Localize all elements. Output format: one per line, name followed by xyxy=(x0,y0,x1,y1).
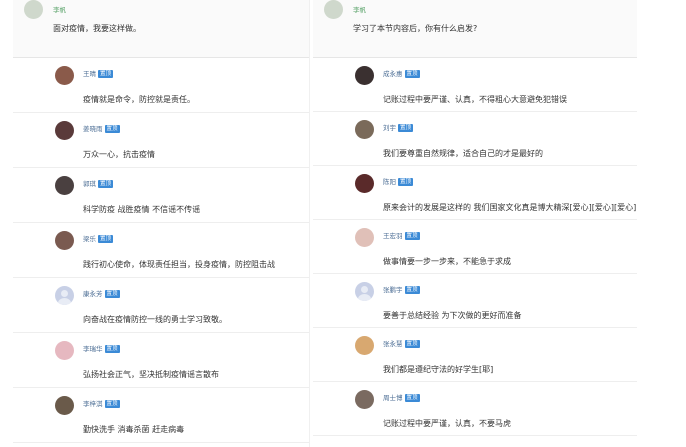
reply-text: 科学防疫 战胜疫情 不信谣不传谣 xyxy=(83,205,201,214)
pinned-badge: 置顶 xyxy=(98,180,114,188)
author-name[interactable]: 李帆 xyxy=(353,4,366,14)
reply-author-name[interactable]: 周士博 置顶 xyxy=(383,392,420,402)
reply-item: 王晴 置顶疫情就是命令，防控就是责任。 xyxy=(13,58,309,113)
reply-author-label[interactable]: 姜晓雨 xyxy=(83,125,103,133)
topic-post: 李帆面对疫情，我要这样做。 xyxy=(13,0,309,58)
user-avatar[interactable] xyxy=(55,396,74,415)
reply-text: 践行初心使命，体现责任担当，投身疫情，防控阻击战 xyxy=(83,260,275,269)
reply-text: 记账过程中要严谨、认真，不得粗心大意避免犯错误 xyxy=(383,95,567,104)
pinned-badge: 置顶 xyxy=(104,290,120,298)
reply-item: 周士博 置顶记账过程中要严谨，认真，不要马虎 xyxy=(313,382,637,436)
reply-author-label[interactable]: 周士博 xyxy=(383,394,403,402)
reply-text: 勤快洗手 消毒杀菌 赶走病毒 xyxy=(83,425,185,434)
reply-author-name[interactable]: 张鹏宇 置顶 xyxy=(383,284,420,294)
reply-item: 张永慧 置顶我们都是遵纪守法的好学生[耶] xyxy=(313,328,637,382)
left-discussion-thread: 李帆 面对疫情，我要这样做。 王晴 置顶 疫情就是命令，防控就是责任。 姜晓雨 置顶 万众一心… xyxy=(13,0,309,443)
reply-item: 姜晓雨 置顶万众一心，抗击疫情 xyxy=(13,113,309,168)
reply-text: 我们要尊重自然规律，适合自己的才是最好的 xyxy=(383,149,543,158)
reply-item: 陈阳 置顶原来会计的发展是这样的 我们国家文化真是博大精深[爱心][爱心][爱心] xyxy=(313,166,637,220)
user-avatar[interactable] xyxy=(55,176,74,195)
pinned-badge: 置顶 xyxy=(404,340,420,348)
user-avatar[interactable] xyxy=(355,390,374,409)
pinned-badge: 置顶 xyxy=(398,178,414,186)
user-avatar[interactable] xyxy=(55,121,74,140)
reply-text: 记账过程中要严谨，认真，不要马虎 xyxy=(383,419,511,428)
reply-item: 康永芳 置顶向奋战在疫情防控一线的勇士学习致敬。 xyxy=(13,278,309,333)
reply-author-name[interactable]: 陈阳 置顶 xyxy=(383,176,414,186)
reply-text: 原来会计的发展是这样的 我们国家文化真是博大精深[爱心][爱心][爱心] xyxy=(383,203,637,212)
reply-text: 疫情就是命令，防控就是责任。 xyxy=(83,95,195,104)
reply-author-name[interactable]: 王晴 置顶 xyxy=(83,68,114,78)
user-avatar[interactable] xyxy=(355,336,374,355)
reply-author-name[interactable]: 成永惠 置顶 xyxy=(383,68,420,78)
reply-author-name[interactable]: 李梓淇 置顶 xyxy=(83,398,120,408)
user-avatar[interactable] xyxy=(55,286,74,305)
user-avatar[interactable] xyxy=(55,66,74,85)
reply-author-name[interactable]: 王宏羽 置顶 xyxy=(383,230,420,240)
reply-author-label[interactable]: 康永芳 xyxy=(83,290,103,298)
user-avatar[interactable] xyxy=(355,174,374,193)
reply-author-name[interactable]: 康永芳 置顶 xyxy=(83,288,120,298)
topic-text: 面对疫情，我要这样做。 xyxy=(53,24,141,33)
reply-text: 做事情要一步一步来，不能急于求成 xyxy=(383,257,511,266)
reply-author-label[interactable]: 刘宇 xyxy=(383,124,396,132)
reply-author-name[interactable]: 梁乐 置顶 xyxy=(83,233,114,243)
reply-author-label[interactable]: 李梓淇 xyxy=(83,400,103,408)
user-avatar[interactable] xyxy=(55,341,74,360)
reply-text: 弘扬社会正气，坚决抵制疫情谣言散布 xyxy=(83,370,219,379)
reply-author-label[interactable]: 王晴 xyxy=(83,70,96,78)
reply-author-label[interactable]: 成永惠 xyxy=(383,70,403,78)
reply-item: 李瑞华 置顶弘扬社会正气，坚决抵制疫情谣言散布 xyxy=(13,333,309,388)
reply-author-label[interactable]: 郭琪 xyxy=(83,180,96,188)
reply-author-name[interactable]: 刘宇 置顶 xyxy=(383,122,414,132)
reply-author-label[interactable]: 李瑞华 xyxy=(83,345,103,353)
reply-author-name[interactable]: 李瑞华 置顶 xyxy=(83,343,120,353)
pinned-badge: 置顶 xyxy=(398,124,414,132)
pinned-badge: 置顶 xyxy=(104,125,120,133)
pinned-badge: 置顶 xyxy=(404,286,420,294)
reply-item: 成永惠 置顶记账过程中要严谨、认真，不得粗心大意避免犯错误 xyxy=(313,58,637,112)
right-discussion-thread: 李帆 学习了本节内容后，你有什么启发? 成永惠 置顶 记账过程中要严谨、认真，不得粗心大… xyxy=(313,0,637,436)
reply-text: 万众一心，抗击疫情 xyxy=(83,150,155,159)
reply-item: 王宏羽 置顶做事情要一步一步来，不能急于求成 xyxy=(313,220,637,274)
pinned-badge: 置顶 xyxy=(404,394,420,402)
reply-text: 我们都是遵纪守法的好学生[耶] xyxy=(383,365,494,374)
user-avatar[interactable] xyxy=(55,231,74,250)
reply-item: 刘宇 置顶我们要尊重自然规律，适合自己的才是最好的 xyxy=(313,112,637,166)
pinned-badge: 置顶 xyxy=(104,345,120,353)
reply-author-name[interactable]: 张永慧 置顶 xyxy=(383,338,420,348)
reply-item: 李梓淇 置顶勤快洗手 消毒杀菌 赶走病毒 xyxy=(13,388,309,443)
user-avatar[interactable] xyxy=(324,0,343,19)
reply-author-label[interactable]: 张永慧 xyxy=(383,340,403,348)
user-avatar[interactable] xyxy=(355,66,374,85)
author-name[interactable]: 李帆 xyxy=(53,4,66,14)
topic-text: 学习了本节内容后，你有什么启发? xyxy=(353,24,478,33)
pinned-badge: 置顶 xyxy=(404,232,420,240)
reply-text: 向奋战在疫情防控一线的勇士学习致敬。 xyxy=(83,315,227,324)
topic-post: 李帆学习了本节内容后，你有什么启发? xyxy=(313,0,637,58)
reply-item: 郭琪 置顶科学防疫 战胜疫情 不信谣不传谣 xyxy=(13,168,309,223)
reply-author-label[interactable]: 陈阳 xyxy=(383,178,396,186)
user-avatar[interactable] xyxy=(355,120,374,139)
reply-author-name[interactable]: 郭琪 置顶 xyxy=(83,178,114,188)
reply-author-label[interactable]: 张鹏宇 xyxy=(383,286,403,294)
user-avatar[interactable] xyxy=(355,228,374,247)
reply-author-label[interactable]: 王宏羽 xyxy=(383,232,403,240)
reply-item: 张鹏宇 置顶要善于总结经验 为下次做的更好而准备 xyxy=(313,274,637,328)
pinned-badge: 置顶 xyxy=(98,70,114,78)
column-divider xyxy=(309,0,310,447)
user-avatar[interactable] xyxy=(355,282,374,301)
pinned-badge: 置顶 xyxy=(104,400,120,408)
reply-author-name[interactable]: 姜晓雨 置顶 xyxy=(83,123,120,133)
pinned-badge: 置顶 xyxy=(98,235,114,243)
user-avatar[interactable] xyxy=(24,0,43,19)
reply-author-label[interactable]: 梁乐 xyxy=(83,235,96,243)
reply-item: 梁乐 置顶践行初心使命，体现责任担当，投身疫情，防控阻击战 xyxy=(13,223,309,278)
reply-text: 要善于总结经验 为下次做的更好而准备 xyxy=(383,311,522,320)
pinned-badge: 置顶 xyxy=(404,70,420,78)
